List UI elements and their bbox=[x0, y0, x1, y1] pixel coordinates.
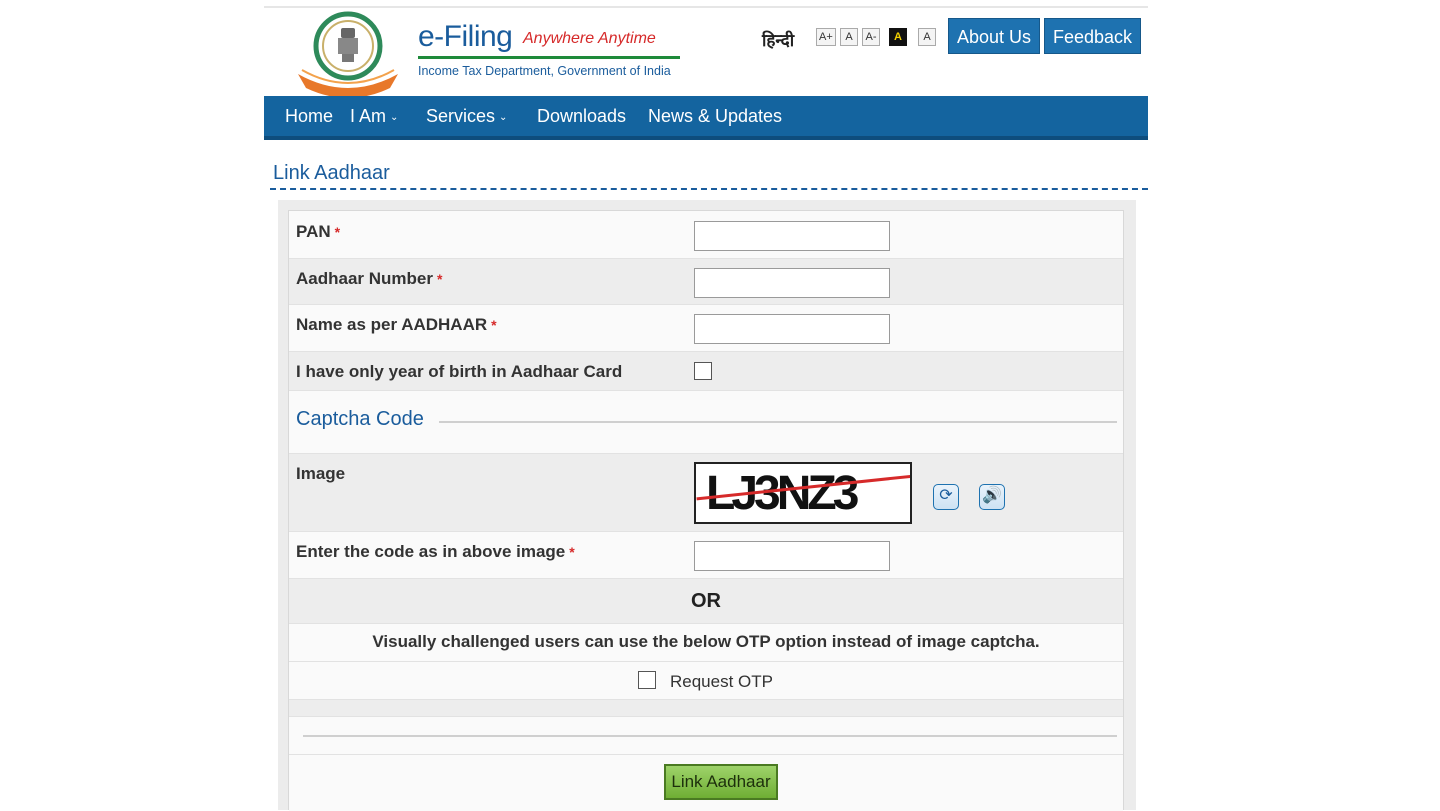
aadhaar-label: Aadhaar Number * bbox=[296, 269, 442, 289]
captcha-image-label: Image bbox=[296, 464, 346, 483]
income-tax-emblem-logo bbox=[298, 11, 398, 96]
brand-subtitle: Income Tax Department, Government of Ind… bbox=[418, 64, 671, 78]
normal-contrast-button[interactable]: A bbox=[918, 28, 936, 46]
pan-row: PAN * bbox=[289, 211, 1123, 259]
required-mark: * bbox=[491, 317, 497, 333]
nav-item-label: I Am bbox=[350, 106, 387, 126]
name-label-text: Name as per AADHAAR bbox=[296, 315, 488, 334]
captcha-code-label-text: Enter the code as in above image bbox=[296, 542, 566, 561]
name-label: Name as per AADHAAR * bbox=[296, 315, 497, 335]
nav-item-label: News & Updates bbox=[648, 106, 783, 126]
spacer-row bbox=[289, 700, 1123, 717]
aadhaar-label-text: Aadhaar Number bbox=[296, 269, 433, 288]
brand-title: e-Filing bbox=[418, 20, 513, 53]
chevron-down-icon: ⌄ bbox=[499, 111, 508, 123]
main-nav: Home I Am ⌄ Services ⌄ Downloads News & Up… bbox=[264, 96, 1148, 140]
submit-row: Link Aadhaar bbox=[289, 755, 1123, 811]
aadhaar-name-input[interactable] bbox=[694, 314, 890, 344]
year-of-birth-checkbox[interactable] bbox=[694, 362, 712, 380]
link-aadhaar-form: PAN * Aadhaar Number * Name as per AADHAAR… bbox=[278, 200, 1136, 811]
nav-item-home[interactable]: Home bbox=[285, 106, 333, 127]
captcha-image: LJ3NZ3 bbox=[694, 462, 912, 524]
refresh-captcha-icon[interactable]: ⟳ bbox=[933, 484, 959, 510]
aadhaar-row: Aadhaar Number * bbox=[289, 259, 1123, 305]
request-otp-row: Request OTP bbox=[289, 662, 1123, 700]
pan-input[interactable] bbox=[694, 221, 890, 251]
about-us-button[interactable]: About Us bbox=[948, 18, 1041, 54]
efiling-page: e-Filing Anywhere Anytime Income Tax Dep… bbox=[264, 0, 1148, 811]
or-separator-text: OR bbox=[691, 590, 721, 612]
pan-label: PAN * bbox=[296, 222, 340, 242]
title-divider bbox=[270, 188, 1148, 190]
name-row: Name as per AADHAAR * bbox=[289, 305, 1123, 352]
request-otp-label: Request OTP bbox=[670, 672, 773, 691]
brand-underline bbox=[418, 56, 680, 59]
feedback-button[interactable]: Feedback bbox=[1044, 18, 1142, 54]
font-increase-button[interactable]: A+ bbox=[816, 28, 836, 46]
captcha-heading-row: Captcha Code bbox=[289, 391, 1123, 454]
form-bottom-divider bbox=[303, 735, 1117, 737]
page-title: Link Aadhaar bbox=[273, 162, 390, 184]
year-of-birth-row: I have only year of birth in Aadhaar Car… bbox=[289, 352, 1123, 391]
high-contrast-button[interactable]: A bbox=[889, 28, 907, 46]
nav-item-services[interactable]: Services ⌄ bbox=[426, 106, 507, 127]
nav-item-label: Downloads bbox=[537, 106, 627, 126]
site-header: e-Filing Anywhere Anytime Income Tax Dep… bbox=[264, 6, 1148, 96]
otp-note-text: Visually challenged users can use the be… bbox=[372, 632, 1040, 651]
required-mark: * bbox=[436, 271, 443, 287]
nav-item-downloads[interactable]: Downloads bbox=[537, 106, 626, 127]
nav-item-i-am[interactable]: I Am ⌄ bbox=[350, 106, 398, 127]
font-decrease-button[interactable]: A- bbox=[862, 28, 880, 46]
chevron-down-icon: ⌄ bbox=[390, 111, 399, 123]
captcha-code-label: Enter the code as in above image * bbox=[296, 542, 575, 562]
nav-item-news-updates[interactable]: News & Updates bbox=[648, 106, 782, 127]
otp-note-row: Visually challenged users can use the be… bbox=[289, 624, 1123, 662]
required-mark: * bbox=[569, 544, 575, 560]
form-panel: PAN * Aadhaar Number * Name as per AADHAAR… bbox=[288, 210, 1124, 811]
link-aadhaar-button[interactable]: Link Aadhaar bbox=[664, 764, 778, 800]
pan-label-text: PAN bbox=[296, 222, 331, 241]
nav-item-label: Services bbox=[426, 106, 496, 126]
captcha-code-row: Enter the code as in above image * bbox=[289, 532, 1123, 579]
nav-item-label: Home bbox=[285, 106, 334, 126]
hindi-language-link[interactable]: हिन्दी bbox=[762, 28, 794, 51]
brand-tagline: Anywhere Anytime bbox=[523, 30, 656, 47]
request-otp-checkbox[interactable] bbox=[638, 671, 656, 689]
captcha-image-row: Image LJ3NZ3 ⟳ 🔊 bbox=[289, 454, 1123, 532]
divider-row bbox=[289, 717, 1123, 755]
aadhaar-number-input[interactable] bbox=[694, 268, 890, 298]
or-row: OR bbox=[289, 579, 1123, 624]
audio-captcha-icon[interactable]: 🔊 bbox=[979, 484, 1005, 510]
year-of-birth-label: I have only year of birth in Aadhaar Car… bbox=[296, 362, 623, 381]
captcha-code-input[interactable] bbox=[694, 541, 890, 571]
font-normal-button[interactable]: A bbox=[840, 28, 858, 46]
captcha-section-divider bbox=[439, 421, 1117, 423]
captcha-section-title: Captcha Code bbox=[296, 408, 424, 430]
required-mark: * bbox=[334, 224, 341, 240]
